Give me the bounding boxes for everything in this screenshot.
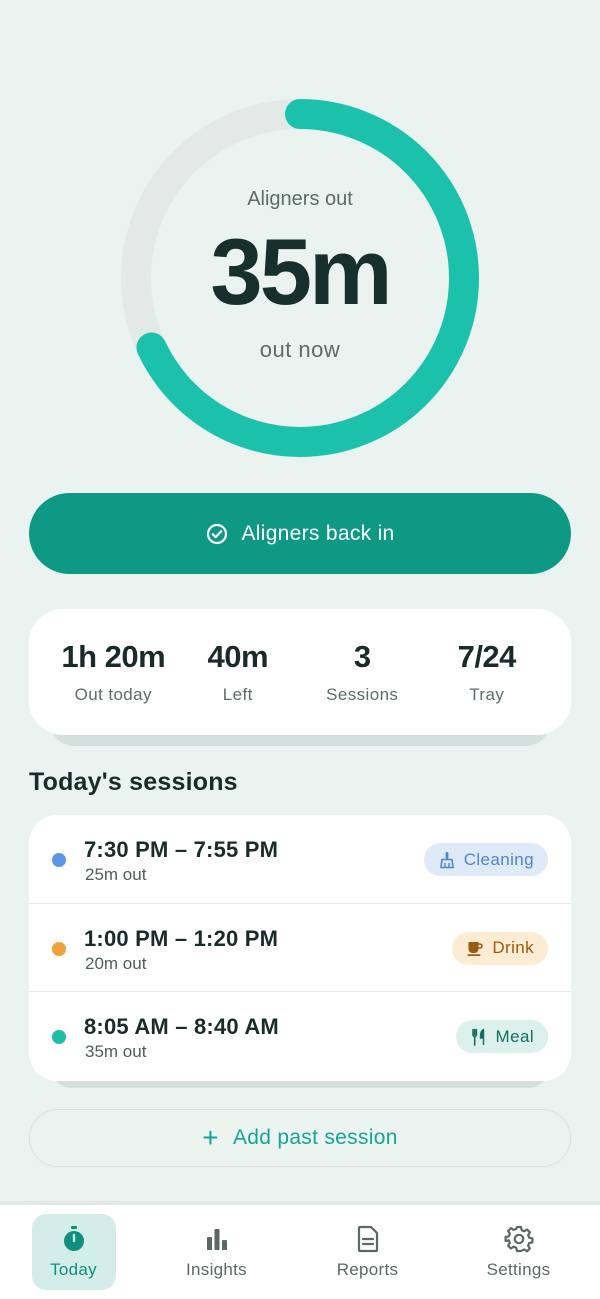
timer-ring: Aligners out 35m out now [120, 98, 480, 458]
plus-icon: + [202, 1122, 219, 1153]
stat-label: Left [222, 685, 253, 704]
add-past-session-label: Add past session [232, 1126, 398, 1149]
nav-label: Insights [186, 1260, 247, 1279]
sessions-list: 7:30 PM – 7:55 PM 25m out Cleaning 1:00 … [29, 815, 571, 1081]
session-row[interactable]: 7:30 PM – 7:55 PM 25m out Cleaning [29, 815, 571, 904]
stat-left: 40m Left [178, 639, 298, 705]
nav-label: Settings [486, 1260, 551, 1279]
session-dot [52, 941, 66, 956]
timer-label: Aligners out [247, 187, 353, 210]
stat-value: 1h 20m [61, 639, 166, 674]
bar-chart-icon [206, 1229, 227, 1250]
nav-item-settings[interactable]: Settings [469, 1214, 569, 1290]
session-row[interactable]: 1:00 PM – 1:20 PM 20m out Drink [29, 904, 571, 993]
session-dot [52, 1030, 66, 1045]
aligners-back-in-label: Aligners back in [241, 521, 395, 545]
stat-out-today: 1h 20m Out today [53, 639, 173, 705]
fork-knife-icon [471, 1028, 484, 1046]
stopwatch-icon [63, 1226, 84, 1251]
session-time: 8:05 AM – 8:40 AM [84, 1014, 279, 1040]
gear-icon [504, 1225, 533, 1253]
stat-tray: 7/24 Tray [427, 639, 547, 705]
nav-item-today[interactable]: Today [31, 1214, 116, 1290]
session-tag-label: Cleaning [463, 849, 534, 869]
timer-value: 35m [210, 218, 392, 324]
brush-icon [439, 851, 454, 868]
stat-value: 7/24 [457, 639, 517, 674]
stats-card: 1h 20m Out today 40m Left 3 Sessions 7/2… [29, 609, 571, 735]
session-time: 1:00 PM – 1:20 PM [84, 925, 279, 951]
stat-label: Tray [469, 685, 505, 704]
session-row[interactable]: 8:05 AM – 8:40 AM 35m out Meal [29, 992, 571, 1081]
session-tag-label: Meal [495, 1026, 534, 1046]
cup-icon [467, 942, 484, 957]
check-circle-icon [207, 523, 228, 544]
aligners-back-in-button[interactable]: Aligners back in [29, 493, 571, 574]
session-duration: 20m out [85, 953, 147, 973]
nav-item-insights[interactable]: Insights [167, 1214, 267, 1290]
stat-label: Sessions [326, 685, 399, 704]
timer-readout: Aligners out 35m out now [120, 98, 480, 458]
add-past-session-button[interactable]: + Add past session [29, 1109, 571, 1167]
session-tag-label: Drink [492, 938, 534, 958]
stat-sessions: 3 Sessions [302, 639, 422, 705]
session-dot [52, 853, 66, 867]
nav-item-reports[interactable]: Reports [318, 1214, 418, 1290]
session-duration: 25m out [85, 865, 147, 884]
stat-value: 40m [207, 639, 269, 674]
document-icon [357, 1225, 378, 1253]
timer-sub: out now [259, 336, 341, 362]
session-duration: 35m out [85, 1042, 147, 1062]
sessions-heading: Today's sessions [29, 768, 238, 796]
nav-label: Reports [336, 1260, 399, 1279]
nav-label: Today [50, 1260, 97, 1279]
stat-label: Out today [74, 685, 152, 704]
bottom-nav: Today Insights Reports Settings [0, 1201, 600, 1299]
stat-value: 3 [353, 639, 371, 674]
session-tag-cleaning: Cleaning [423, 843, 548, 876]
session-tag-drink: Drink [452, 931, 548, 965]
session-tag-meal: Meal [455, 1020, 548, 1054]
session-time: 7:30 PM – 7:55 PM [84, 837, 279, 862]
